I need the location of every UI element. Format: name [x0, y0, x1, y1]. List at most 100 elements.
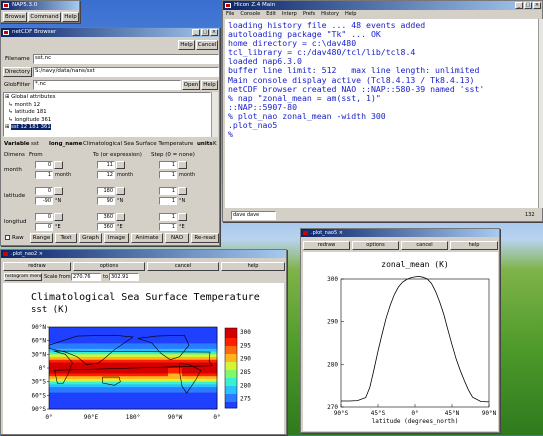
dim-from-index[interactable]: 0 [35, 187, 53, 195]
map-x-tick: 90°E [84, 414, 99, 421]
filename-field[interactable]: sst.nc [33, 54, 219, 64]
open-button[interactable]: Open [182, 80, 200, 90]
netcdf-browser-window: netCDF Browser _ □ × Help Cancel Filenam… [0, 27, 220, 246]
col-from: From [29, 152, 43, 158]
console-status-left: dave dave [231, 211, 276, 220]
dim-to-index[interactable]: 360 [97, 213, 115, 221]
scale-from-label: Scale from [44, 274, 71, 280]
console-window: Hicon Z.4 Main _ □ × File Console Edit Inte… [222, 0, 543, 222]
menu-history[interactable]: History [321, 11, 339, 17]
nao-button[interactable]: NAO [165, 233, 189, 243]
dim-step-slider[interactable] [178, 213, 187, 221]
help-button[interactable]: help [221, 262, 285, 271]
menu-console[interactable]: Console [240, 11, 260, 17]
scale-from-field[interactable]: 270.76 [71, 273, 101, 281]
options-button[interactable]: options [352, 241, 399, 250]
dim-step-value[interactable]: 1 [159, 171, 177, 179]
redraw-button[interactable]: redraw [3, 262, 71, 271]
tree-item-sst[interactable]: ⊞ sst 12 181 361 [5, 124, 210, 132]
dim-step-value[interactable]: 1 [159, 223, 177, 231]
dim-from-unit: °E [55, 224, 61, 230]
menu-file[interactable]: File [226, 11, 234, 17]
close-button[interactable]: × [533, 2, 541, 9]
cancel-button[interactable]: cancel [401, 241, 448, 250]
help-button[interactable]: help [450, 241, 498, 250]
checkbox-box[interactable] [5, 235, 10, 240]
cancel-button[interactable]: cancel [147, 262, 219, 271]
raw-checkbox[interactable]: Raw [5, 235, 24, 241]
dim-to-value[interactable]: 90 [97, 197, 115, 205]
re-read-button[interactable]: Re-read [191, 233, 219, 243]
tree-label: sst 12 181 361 [11, 124, 51, 130]
dim-from-slider[interactable] [54, 187, 63, 195]
close-button[interactable]: × [39, 251, 43, 257]
dim-step-index[interactable]: 1 [159, 213, 177, 221]
tree-scrollbar[interactable] [211, 92, 218, 137]
dim-from-value[interactable]: -90 [35, 197, 53, 205]
netcdf-cancel-button[interactable]: Cancel [196, 40, 218, 50]
tree-item-longitude[interactable]: ↳ longitude 361 [5, 117, 210, 125]
menu-interp[interactable]: Interp [282, 11, 297, 17]
variable-value: sst [31, 141, 39, 147]
dim-to-value[interactable]: 360 [97, 223, 115, 231]
image-button[interactable]: Image [104, 233, 129, 243]
minimize-button[interactable]: _ [515, 2, 523, 9]
dim-from-index[interactable]: 0 [35, 213, 53, 221]
tree-label: longitude 361 [14, 116, 52, 123]
help-button[interactable]: Help [62, 12, 79, 22]
maximize-button[interactable]: □ [201, 29, 209, 36]
close-button[interactable]: × [339, 230, 343, 236]
dim-from-index[interactable]: 0 [35, 161, 53, 169]
tree-item-month[interactable]: ↳ month 12 [5, 102, 210, 110]
dim-step-index[interactable]: 1 [159, 187, 177, 195]
maximize-button[interactable]: □ [524, 2, 532, 9]
histogram-menu-button[interactable]: histogram menu [4, 273, 42, 281]
console-output[interactable]: loading history file ... 48 events added… [225, 19, 538, 208]
range-button[interactable]: Range [30, 233, 53, 243]
animate-button[interactable]: Animate [131, 233, 163, 243]
minimize-button[interactable]: _ [192, 29, 200, 36]
dim-step-slider[interactable] [178, 161, 187, 169]
tree-item-latitude[interactable]: ↳ latitude 181 [5, 109, 210, 117]
dim-step-index[interactable]: 1 [159, 161, 177, 169]
directory-button[interactable]: Directory [3, 67, 32, 77]
menu-prefs[interactable]: Prefs [303, 11, 315, 17]
plot2-canvas: Climatological Sea Surface Temperature ss… [3, 283, 284, 434]
globfilter-field[interactable]: *.nc [33, 80, 181, 90]
dim-from-value[interactable]: 0 [35, 223, 53, 231]
menu-help[interactable]: Help [345, 11, 356, 17]
console-scrollbar[interactable] [538, 19, 543, 208]
tree-item-global[interactable]: ⊞ Global attributes [5, 94, 210, 102]
netcdf-help-button[interactable]: Help [178, 40, 195, 50]
options-button[interactable]: options [73, 262, 145, 271]
dim-step-value[interactable]: 1 [159, 197, 177, 205]
map-x-tick: 0° [45, 414, 52, 421]
directory-field[interactable]: S:/navy/data/nans/sst [33, 67, 219, 77]
y-tick-label: 290 [327, 319, 338, 326]
variable-tree[interactable]: ⊞ Global attributes ↳ month 12 ↳ latitud… [3, 92, 211, 137]
dim-step-slider[interactable] [178, 187, 187, 195]
dim-from-value[interactable]: 1 [35, 171, 53, 179]
units-label: units [197, 141, 213, 147]
graph-button[interactable]: Graph [79, 233, 102, 243]
dim-to-index[interactable]: 180 [97, 187, 115, 195]
dim-to-value[interactable]: 12 [97, 171, 115, 179]
command-button[interactable]: Command [28, 12, 61, 22]
scale-to-field[interactable]: 302.91 [109, 273, 139, 281]
dim-to-unit: °N [117, 198, 124, 204]
dim-to-slider[interactable] [116, 161, 125, 169]
map-title: Climatological Sea Surface Temperature [31, 292, 260, 303]
browse-button[interactable]: Browse [3, 12, 27, 22]
map-y-tick: 0° [39, 365, 46, 372]
col-dims: Dimens [4, 152, 25, 158]
dim-from-slider[interactable] [54, 213, 63, 221]
text-button[interactable]: Text [55, 233, 77, 243]
close-button[interactable]: × [210, 29, 218, 36]
dim-to-index[interactable]: 11 [97, 161, 115, 169]
menu-edit[interactable]: Edit [266, 11, 276, 17]
help-button-2[interactable]: Help [201, 80, 218, 90]
dim-from-slider[interactable] [54, 161, 63, 169]
dim-to-slider[interactable] [116, 213, 125, 221]
redraw-button[interactable]: redraw [303, 241, 350, 250]
dim-to-slider[interactable] [116, 187, 125, 195]
